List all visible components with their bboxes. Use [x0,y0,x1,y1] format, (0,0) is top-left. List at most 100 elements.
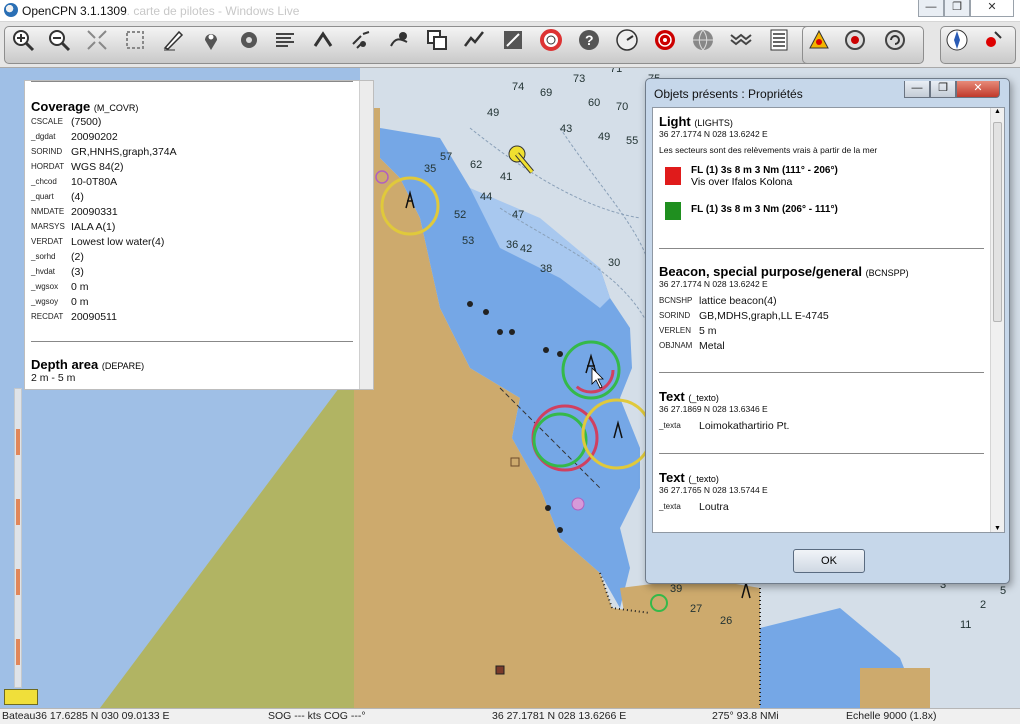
attribute-key: OBJNAM [659,341,693,350]
scale-out-button[interactable] [122,27,148,53]
attribute-key: SORIND [659,311,691,320]
rotate-cw-icon [885,30,905,50]
text-object-section: Text (_texto) 36 27.1869 N 028 13.6346 E… [659,389,984,433]
beacon-coordinates: 36 27.1774 N 028 13.6242 E [659,279,768,289]
text-button[interactable] [272,27,298,53]
current-button[interactable] [348,27,374,53]
sog-cog: SOG --- kts COG ---° [268,710,366,722]
text-object-acronym: (_texto) [688,393,719,403]
chart-bar-selector[interactable] [4,689,38,705]
attribute-value: GR,HNHS,graph,374A [71,145,177,158]
depth-sounding: 2 [980,599,986,611]
pencil-route-icon [163,30,184,51]
attribute-value: (4) [71,190,84,203]
gauge-button[interactable] [614,27,640,53]
panel-scrollbar[interactable] [359,81,373,389]
compass-button[interactable] [944,27,970,53]
lifebuoy-icon [540,29,562,51]
green-sector-swatch [665,202,681,220]
dialog-close-button[interactable]: ✕ [956,81,1000,98]
gps-button[interactable] [980,27,1006,53]
attribute-row: _hvdat (3) [31,264,177,279]
scale-out-icon [126,31,144,49]
depth-sounding: 5 [1000,585,1006,597]
maximize-button[interactable]: ❐ [944,0,970,17]
alarm-icon [809,29,829,49]
attribute-key: _dgdat [31,132,56,141]
list-icon [770,29,788,51]
chart-quilt-button[interactable] [500,27,526,53]
mob-button[interactable] [538,27,564,53]
settings-button[interactable] [236,27,262,53]
waves-button[interactable] [728,27,754,53]
light-sector-sub: Vis over Ifalos Kolona [691,176,793,188]
scroll-down-icon[interactable]: ▼ [994,525,1001,532]
depth-sounding: 39 [670,583,682,595]
attribute-row: VERLEN 5 m [659,323,984,338]
route-button[interactable] [160,27,186,53]
depth-sounding: 42 [520,243,532,255]
depth-sounding: 62 [470,159,482,171]
object-query-panel: Coverage (M_COVR) CSCALE (7500) _dgdat 2009… [24,80,374,390]
alarm-button[interactable] [806,27,832,53]
compass-icon [946,29,968,51]
dialog-scroll-thumb[interactable] [993,122,1002,322]
close-button[interactable]: ✕ [970,0,1014,17]
attribute-value: 20090331 [71,205,118,218]
depth-sounding: 27 [690,603,702,615]
depth-sounding: 36 [506,239,518,251]
depth-sounding: 55 [626,135,638,147]
text-object-section: Text (_texto) 36 27.1765 N 028 13.5744 E… [659,470,984,514]
help-button[interactable]: ? [576,27,602,53]
zoom-in-button[interactable] [10,27,36,53]
attribute-row: RECDAT 20090511 [31,309,177,324]
tide-button[interactable] [310,27,336,53]
light-coordinates: 36 27.1774 N 028 13.6242 E [659,129,768,139]
radar-button[interactable] [652,27,678,53]
dialog-minimize-button[interactable]: — [904,81,930,98]
globe-button[interactable] [690,27,716,53]
depth-sounding: 74 [512,81,524,93]
attribute-row: _chcod 10-0T80A [31,174,177,189]
boat-position: Bateau36 17.6285 N 030 09.0133 E [2,710,170,722]
text-object-title: Text [659,389,685,404]
rotate-cw-button[interactable] [882,27,908,53]
ais-button[interactable] [386,27,412,53]
ok-button[interactable]: OK [793,549,865,573]
attribute-key: VERLEN [659,326,692,335]
copy-button[interactable] [424,27,450,53]
scroll-up-icon[interactable]: ▲ [994,108,1001,115]
scale-in-button[interactable] [84,27,110,53]
attribute-row: OBJNAM Metal [659,338,984,353]
attribute-key: _quart [31,192,54,201]
title-bar: OpenCPN 3.1.1309 ... carte de pilotes - … [0,0,1020,22]
light-sector-row: FL (1) 3s 8 m 3 Nm (111° - 206°) Vis ove… [665,165,984,188]
cursor-position: 36 27.1781 N 028 13.6266 E [492,710,627,722]
coverage-title: Coverage [31,99,91,114]
rotate-ccw-button[interactable] [842,27,868,53]
attribute-key: _wgsoy [31,297,59,306]
chart-bar-strip[interactable] [14,388,22,688]
depth-sounding: 30 [608,257,620,269]
attribute-key: NMDATE [31,207,65,216]
dialog-maximize-button[interactable]: ❐ [930,81,956,98]
attribute-value: WGS 84(2) [71,160,124,173]
text-object-heading: Text (_texto) [659,389,984,404]
red-sector-swatch [665,167,681,185]
dialog-scrollbar[interactable]: ▲ ▼ [990,108,1004,532]
attribute-value: (2) [71,250,84,263]
track-button[interactable] [462,27,488,53]
attribute-value: lattice beacon(4) [699,294,777,307]
depth-area-acronym: (DEPARE) [101,361,145,371]
list-button[interactable] [766,27,792,53]
minimize-button[interactable]: — [918,0,944,17]
gear-icon [241,32,257,48]
zoom-out-button[interactable] [46,27,72,53]
mark-button[interactable] [198,27,224,53]
depth-sounding: 49 [598,131,610,143]
light-title: Light [659,114,691,129]
attribute-row: _dgdat 20090202 [31,129,177,144]
attribute-key: _hvdat [31,267,56,276]
depth-sounding: 57 [440,151,452,163]
attribute-key: SORIND [31,147,63,156]
